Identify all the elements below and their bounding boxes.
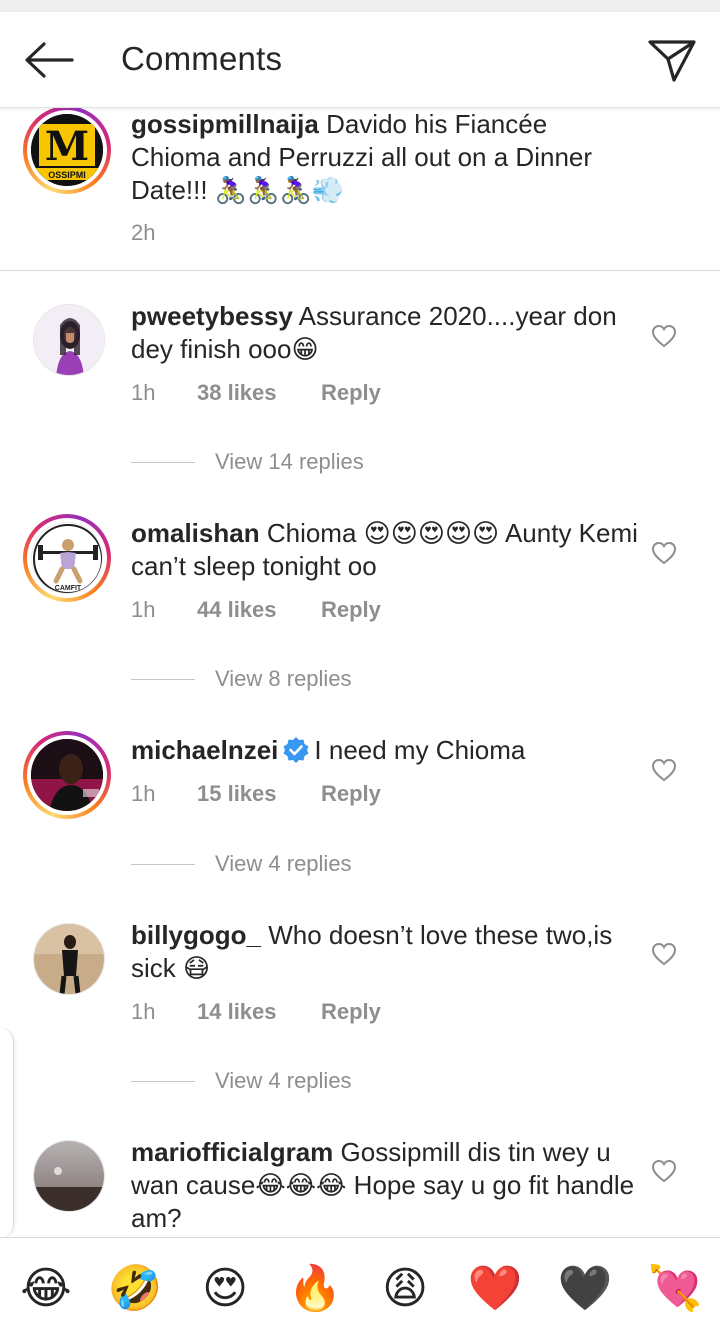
view-replies-button[interactable]: View 8 replies [131,666,352,692]
heart-outline-icon [651,942,677,966]
replies-divider-line [131,1080,195,1082]
caption-time: 2h [131,220,156,245]
status-strip [0,0,720,12]
commenter-avatar[interactable]: CAMFIT [23,514,111,602]
view-replies-button[interactable]: View 4 replies [131,1068,352,1094]
view-replies-label: View 4 replies [215,1068,352,1093]
heart-outline-icon [651,324,677,348]
caption-avatar[interactable]: M OSSIPMI [23,106,111,194]
comment-likes[interactable]: 14 likes [197,999,321,1025]
svg-text:OSSIPMI: OSSIPMI [48,170,86,180]
caption-username[interactable]: gossipmillnaija [131,109,319,139]
comment-likes[interactable]: 15 likes [197,781,321,807]
commenter-avatar[interactable] [33,304,105,376]
like-button[interactable] [648,754,680,786]
commenter-avatar[interactable] [33,1140,105,1212]
comment-username[interactable]: mariofficialgram [131,1137,333,1167]
replies-divider-line [131,461,195,463]
camfit-logo-icon: CAMFIT [33,524,102,593]
profile-photo-icon [34,1141,104,1211]
verified-badge-icon [283,737,309,763]
profile-photo-icon [31,739,103,811]
comment-username[interactable]: michaelnzei [131,735,278,765]
comment-text: mariofficialgram Gossipmill dis tin wey … [131,1136,651,1235]
svg-text:M: M [45,123,89,170]
view-replies-label: View 4 replies [215,851,352,876]
reply-button[interactable]: Reply [321,597,381,623]
like-button[interactable] [648,938,680,970]
comment-username[interactable]: omalishan [131,518,260,548]
side-panel-edge [0,1028,14,1238]
caption-text: gossipmillnaija Davido his Fiancée Chiom… [131,108,631,207]
emoji-heart-arrow-button[interactable]: 💘 [647,1260,703,1316]
view-replies-label: View 14 replies [215,449,364,474]
comment-body: I need my Chioma [314,735,526,765]
heart-outline-icon [651,1159,677,1183]
replies-divider-line [131,678,195,680]
emoji-black-heart-button[interactable]: 🖤 [557,1260,613,1316]
comment-meta: 1h 38 likes Reply [131,380,381,406]
comment-username[interactable]: billygogo_ [131,920,261,950]
heart-outline-icon [651,758,677,782]
profile-photo-icon [34,305,104,375]
comment-likes[interactable]: 38 likes [197,380,321,406]
commenter-avatar[interactable] [23,731,111,819]
like-button[interactable] [648,320,680,352]
view-replies-button[interactable]: View 14 replies [131,449,364,475]
emoji-rofl-button[interactable]: 🤣 [107,1260,163,1316]
share-button[interactable] [642,32,702,88]
comment-time: 1h [131,380,156,405]
emoji-bar: 😂 🤣 😍 🔥 😩 ❤️ 🖤 💘 [0,1237,720,1337]
comment-likes[interactable]: 44 likes [197,597,321,623]
emoji-red-heart-button[interactable]: ❤️ [467,1260,523,1316]
comment-text: omalishan Chioma 😍😍😍😍😍 Aunty Kemi can’t … [131,517,651,583]
post-caption: M OSSIPMI gossipmillnaija Davido his Fia… [0,106,720,271]
paper-plane-icon [648,40,696,82]
comment-username[interactable]: pweetybessy [131,301,293,331]
view-replies-button[interactable]: View 4 replies [131,851,352,877]
comment-meta: 1h 44 likes Reply [131,597,381,623]
like-button[interactable] [648,1155,680,1187]
replies-divider-line [131,863,195,865]
profile-photo-icon [34,924,104,994]
reply-button[interactable]: Reply [321,380,381,406]
header-bar: Comments [0,12,720,108]
comment-meta: 1h 15 likes Reply [131,781,381,807]
comment-time: 1h [131,597,156,622]
emoji-fire-button[interactable]: 🔥 [287,1260,343,1316]
like-button[interactable] [648,537,680,569]
view-replies-label: View 8 replies [215,666,352,691]
back-button[interactable] [18,34,78,86]
comment-time: 1h [131,781,156,806]
svg-text:CAMFIT: CAMFIT [55,585,82,592]
emoji-heart-eyes-button[interactable]: 😍 [197,1260,253,1316]
reply-button[interactable]: Reply [321,999,381,1025]
caption-meta: 2h [131,220,197,246]
gossipmill-logo-icon: M OSSIPMI [31,114,103,186]
reply-button[interactable]: Reply [321,781,381,807]
emoji-tears-of-joy-button[interactable]: 😂 [18,1260,74,1316]
emoji-weary-button[interactable]: 😩 [377,1260,433,1316]
page-title: Comments [121,40,283,77]
arrow-left-icon [25,42,74,78]
comment-time: 1h [131,999,156,1024]
comment-text: michaelnzei I need my Chioma [131,734,651,767]
comment-text: pweetybessy Assurance 2020....year don d… [131,300,651,366]
comment-meta: 1h 14 likes Reply [131,999,381,1025]
comment-text: billygogo_ Who doesn’t love these two,is… [131,919,651,985]
commenter-avatar[interactable] [33,923,105,995]
heart-outline-icon [651,541,677,565]
